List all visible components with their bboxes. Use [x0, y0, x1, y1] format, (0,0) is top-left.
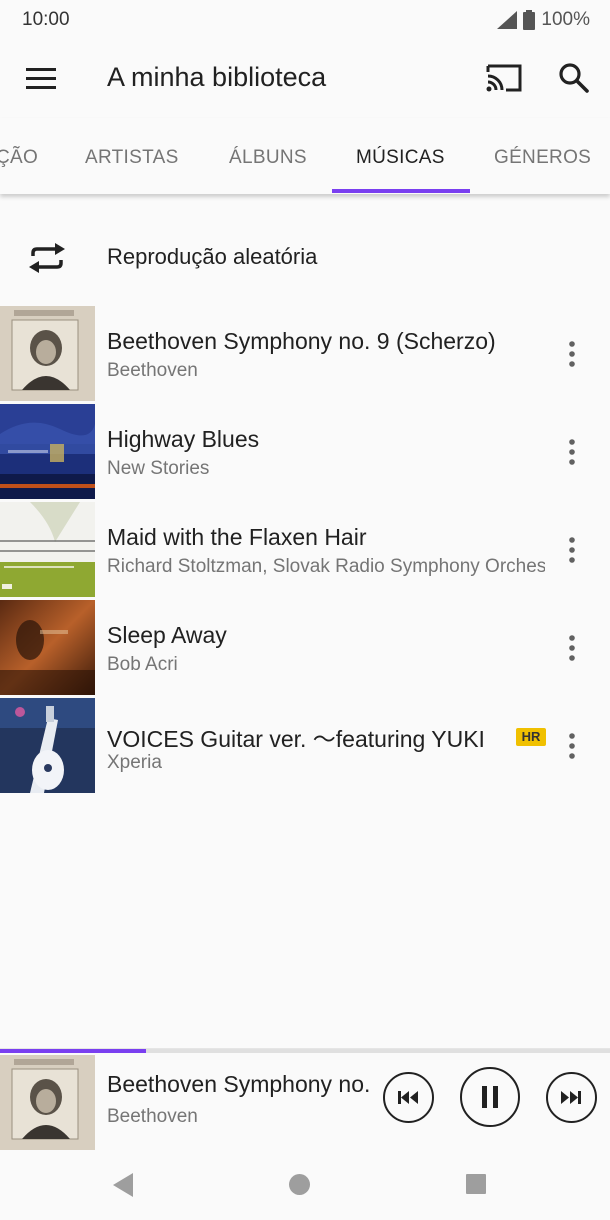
battery-level: 100% [541, 9, 590, 30]
shuffle-icon [29, 243, 65, 273]
song-artist: Xperia [107, 752, 162, 773]
now-playing-art [0, 1055, 95, 1150]
mini-player[interactable]: Beethoven Symphony no. 9 (Scherzo) Beeth… [0, 1048, 610, 1153]
song-artist: Beethoven [107, 360, 198, 381]
page-title: A minha biblioteca [107, 62, 327, 92]
shuffle-all-row[interactable]: Reprodução aleatória [0, 212, 610, 304]
tab-genres[interactable]: GÉNEROS [494, 147, 591, 169]
song-artist: Bob Acri [107, 654, 178, 675]
tab-bar: ÇÃO ARTISTAS ÁLBUNS MÚSICAS GÉNEROS [0, 118, 610, 194]
app-bar: A minha biblioteca [0, 40, 610, 118]
song-artist: Richard Stoltzman, Slovak Radio Symphony… [107, 556, 545, 577]
more-options-icon[interactable] [560, 732, 584, 760]
previous-button[interactable] [383, 1072, 434, 1123]
list-item[interactable]: Sleep Away Bob Acri [0, 600, 610, 698]
list-item[interactable]: VOICES Guitar ver. 〜featuring YUKI Xperi… [0, 698, 610, 796]
skip-previous-icon [398, 1091, 418, 1104]
back-icon[interactable] [111, 1172, 135, 1198]
menu-icon[interactable] [26, 66, 56, 90]
song-title: VOICES Guitar ver. 〜featuring YUKI [107, 726, 485, 752]
more-options-icon[interactable] [560, 438, 584, 466]
more-options-icon[interactable] [560, 340, 584, 368]
status-bar: 10:00 100% [0, 0, 610, 40]
tab-collection[interactable]: ÇÃO [0, 147, 38, 169]
tab-indicator [332, 189, 470, 193]
album-art [0, 502, 95, 597]
cast-icon[interactable] [484, 60, 524, 96]
more-options-icon[interactable] [560, 634, 584, 662]
song-title: Highway Blues [107, 426, 260, 452]
more-options-icon[interactable] [560, 536, 584, 564]
hi-res-badge: HR [516, 728, 546, 746]
now-playing-title: Beethoven Symphony no. 9 (Scherzo) [107, 1071, 369, 1097]
tab-albums[interactable]: ÁLBUNS [229, 147, 307, 169]
list-item[interactable]: Highway Blues New Stories [0, 404, 610, 502]
system-navigation-bar [0, 1152, 610, 1220]
recents-icon[interactable] [465, 1173, 487, 1195]
status-time: 10:00 [22, 9, 70, 30]
home-icon[interactable] [288, 1173, 311, 1196]
tab-songs[interactable]: MÚSICAS [356, 147, 445, 169]
playback-progress-bar[interactable] [0, 1049, 610, 1053]
album-art [0, 306, 95, 401]
song-artist: New Stories [107, 458, 210, 479]
album-art [0, 698, 95, 793]
song-title: Maid with the Flaxen Hair [107, 524, 367, 550]
skip-next-icon [561, 1091, 581, 1104]
pause-button[interactable] [460, 1067, 520, 1127]
album-art [0, 404, 95, 499]
signal-icon [497, 11, 518, 29]
song-list: Beethoven Symphony no. 9 (Scherzo) Beeth… [0, 306, 610, 796]
battery-icon [523, 10, 536, 30]
tab-artists[interactable]: ARTISTAS [85, 147, 179, 169]
song-title: Beethoven Symphony no. 9 (Scherzo) [107, 328, 496, 354]
search-icon[interactable] [556, 60, 592, 96]
album-art [0, 600, 95, 695]
list-item[interactable]: Maid with the Flaxen Hair Richard Stoltz… [0, 502, 610, 600]
pause-icon [482, 1086, 498, 1108]
next-button[interactable] [546, 1072, 597, 1123]
shuffle-label: Reprodução aleatória [107, 244, 318, 269]
playback-progress-fill [0, 1049, 147, 1053]
song-title: Sleep Away [107, 622, 227, 648]
now-playing-artist: Beethoven [107, 1106, 198, 1127]
list-item[interactable]: Beethoven Symphony no. 9 (Scherzo) Beeth… [0, 306, 610, 404]
